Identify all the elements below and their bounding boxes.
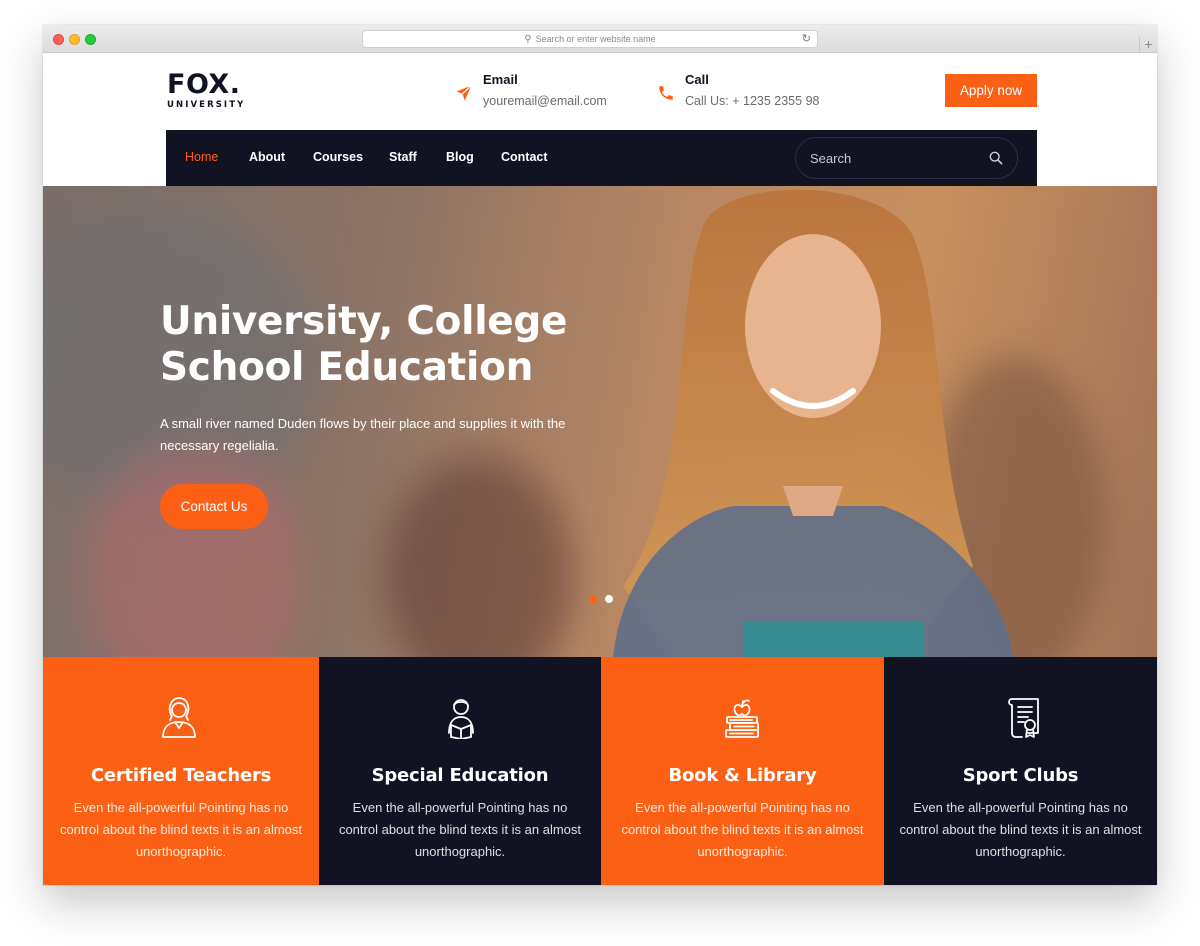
reload-icon[interactable]: ↻ [802,32,811,45]
feature-card-special-education: Special Education Even the all-powerful … [319,657,601,885]
minimize-window-button[interactable] [69,34,80,45]
student-photo [613,189,1013,657]
feature-title: Certified Teachers [90,765,272,786]
nav-item-courses[interactable]: Courses [313,150,363,164]
browser-window: ⚲ Search or enter website name ↻ + FOX. … [43,25,1157,885]
nav-item-staff[interactable]: Staff [389,150,417,164]
apply-now-button[interactable]: Apply now [945,74,1037,107]
feature-card-book-library: Book & Library Even the all-powerful Poi… [601,657,884,885]
search-icon[interactable] [989,151,1003,165]
background-person-shape [383,456,573,657]
feature-description: Even the all-powerful Pointing has no co… [338,800,582,859]
browser-toolbar: ⚲ Search or enter website name ↻ + [43,25,1157,53]
nav-item-blog[interactable]: Blog [446,150,474,164]
nav-search [795,137,1018,179]
feature-card-sport-clubs: Sport Clubs Even the all-powerful Pointi… [884,657,1157,885]
nav-item-about[interactable]: About [249,150,285,164]
nav-item-home[interactable]: Home [185,150,218,164]
nav-item-contact[interactable]: Contact [501,150,548,164]
teacher-icon [162,697,196,738]
student-reading-icon [448,699,474,739]
main-navigation: Home About Courses Staff Blog Contact [166,130,1037,186]
feature-title: Special Education [371,765,549,786]
email-value[interactable]: youremail@email.com [483,94,607,108]
books-apple-icon [725,699,759,738]
hero-subtitle: A small river named Duden flows by their… [160,416,566,453]
email-title: Email [483,72,518,87]
features-section: Certified Teachers Even the all-powerful… [43,657,1157,885]
search-icon: ⚲ [524,33,532,45]
feature-description: Even the all-powerful Pointing has no co… [899,800,1142,859]
maximize-window-button[interactable] [85,34,96,45]
hero-title-line: University, College [160,299,568,344]
logo-main-text: FOX. [167,69,241,100]
search-input[interactable] [808,148,978,168]
feature-title: Sport Clubs [962,765,1079,786]
site-logo[interactable]: FOX. UNIVERSITY [167,69,246,111]
feature-description: Even the all-powerful Pointing has no co… [621,800,864,859]
new-tab-button[interactable]: + [1139,37,1157,53]
contact-us-button[interactable]: Contact Us [160,484,268,529]
feature-description: Even the all-powerful Pointing has no co… [59,800,303,859]
close-window-button[interactable] [53,34,64,45]
slider-dot-2[interactable] [605,595,613,603]
slider-dot-1[interactable] [589,595,597,603]
call-title: Call [685,72,709,87]
hero-title: University, College School Education [160,299,568,391]
paper-plane-icon [456,85,472,101]
address-placeholder: Search or enter website name [535,34,656,44]
hero-title-line: School Education [160,345,534,390]
address-bar[interactable]: ⚲ Search or enter website name ↻ [362,30,818,48]
call-value[interactable]: Call Us: + 1235 2355 98 [685,94,819,108]
hero-banner: University, College School Education A s… [43,186,1157,657]
certificate-icon [1008,698,1039,738]
phone-icon [659,86,673,100]
feature-title: Book & Library [668,765,817,786]
logo-sub-text: UNIVERSITY [167,100,246,110]
feature-card-certified-teachers: Certified Teachers Even the all-powerful… [43,657,319,885]
